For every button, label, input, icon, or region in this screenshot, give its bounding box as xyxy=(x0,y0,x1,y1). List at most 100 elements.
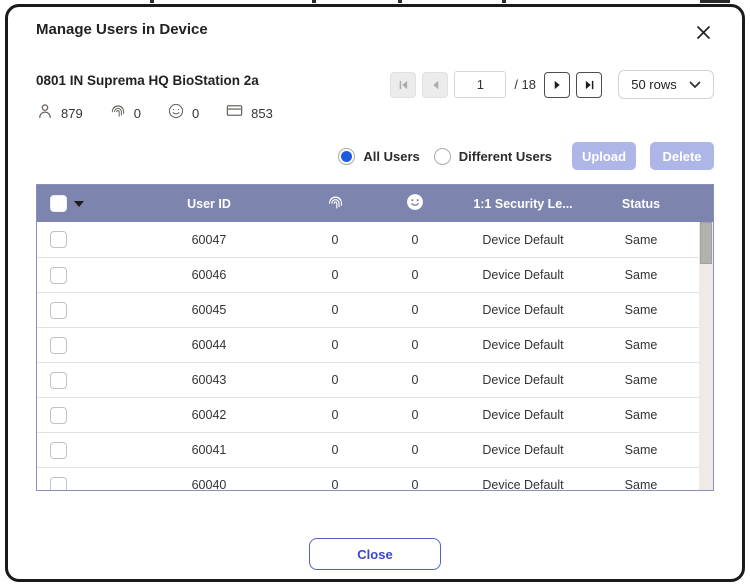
cell-security-level: Device Default xyxy=(453,303,593,317)
cell-face: 0 xyxy=(377,478,453,490)
cell-security-level: Device Default xyxy=(453,338,593,352)
row-checkbox[interactable] xyxy=(50,302,67,319)
face-icon xyxy=(405,192,425,215)
fingerprint-count-value: 0 xyxy=(134,106,141,121)
background-artifact xyxy=(398,0,402,3)
cell-fingerprint: 0 xyxy=(293,268,377,282)
table-row: 60044 0 0 Device Default Same xyxy=(37,327,699,362)
cell-user-id: 60042 xyxy=(125,408,293,422)
cell-user-id: 60047 xyxy=(125,233,293,247)
cell-user-id: 60044 xyxy=(125,338,293,352)
delete-button[interactable]: Delete xyxy=(650,142,714,170)
column-header-fingerprint xyxy=(293,193,377,215)
close-button[interactable]: Close xyxy=(309,538,441,570)
background-artifact xyxy=(312,0,316,3)
face-count: 0 xyxy=(167,102,199,125)
table-row: 60042 0 0 Device Default Same xyxy=(37,397,699,432)
cell-security-level: Device Default xyxy=(453,408,593,422)
first-page-button[interactable] xyxy=(390,72,416,98)
all-users-label: All Users xyxy=(363,149,419,164)
table-row: 60047 0 0 Device Default Same xyxy=(37,222,699,257)
pagination: / 18 50 rows xyxy=(390,70,714,99)
cell-status: Same xyxy=(593,443,689,457)
cell-user-id: 60040 xyxy=(125,478,293,490)
row-checkbox[interactable] xyxy=(50,477,67,491)
cell-fingerprint: 0 xyxy=(293,233,377,247)
card-count: 853 xyxy=(225,101,273,125)
page-number-input[interactable] xyxy=(454,71,506,98)
cell-fingerprint: 0 xyxy=(293,338,377,352)
close-icon[interactable] xyxy=(692,21,714,43)
cell-security-level: Device Default xyxy=(453,268,593,282)
cell-status: Same xyxy=(593,233,689,247)
cell-status: Same xyxy=(593,478,689,490)
column-header-status: Status xyxy=(593,197,689,211)
cell-user-id: 60046 xyxy=(125,268,293,282)
total-pages-label: / 18 xyxy=(514,77,536,92)
cell-status: Same xyxy=(593,268,689,282)
user-count-value: 879 xyxy=(61,106,83,121)
face-icon xyxy=(167,102,185,125)
device-info: 0801 IN Suprema HQ BioStation 2a 879 xyxy=(36,73,289,125)
device-stats: 879 0 xyxy=(36,101,289,125)
cell-user-id: 60041 xyxy=(125,443,293,457)
cell-face: 0 xyxy=(377,408,453,422)
device-name: 0801 IN Suprema HQ BioStation 2a xyxy=(36,73,289,88)
column-header-face xyxy=(377,192,453,215)
row-checkbox[interactable] xyxy=(50,372,67,389)
row-checkbox[interactable] xyxy=(50,267,67,284)
table-header: User ID xyxy=(37,185,713,222)
chevron-down-icon xyxy=(689,77,701,92)
select-menu-dropdown-icon[interactable] xyxy=(74,201,84,207)
row-checkbox[interactable] xyxy=(50,442,67,459)
filter-row: All Users Different Users Upload Delete xyxy=(36,142,714,170)
previous-page-button[interactable] xyxy=(422,72,448,98)
cell-face: 0 xyxy=(377,443,453,457)
manage-users-dialog: Manage Users in Device 0801 IN Suprema H… xyxy=(5,4,745,582)
face-count-value: 0 xyxy=(192,106,199,121)
cell-security-level: Device Default xyxy=(453,373,593,387)
card-icon xyxy=(225,101,244,125)
cell-security-level: Device Default xyxy=(453,443,593,457)
different-users-radio[interactable]: Different Users xyxy=(434,148,552,165)
all-users-radio[interactable]: All Users xyxy=(338,148,419,165)
cell-user-id: 60045 xyxy=(125,303,293,317)
different-users-label: Different Users xyxy=(459,149,552,164)
table-row: 60040 0 0 Device Default Same xyxy=(37,467,699,490)
table-scrollbar[interactable] xyxy=(699,222,713,490)
background-artifact xyxy=(150,0,154,3)
card-count-value: 853 xyxy=(251,106,273,121)
table-row: 60045 0 0 Device Default Same xyxy=(37,292,699,327)
cell-face: 0 xyxy=(377,303,453,317)
cell-status: Same xyxy=(593,373,689,387)
table-row: 60043 0 0 Device Default Same xyxy=(37,362,699,397)
select-all-checkbox[interactable] xyxy=(50,195,67,212)
cell-fingerprint: 0 xyxy=(293,408,377,422)
fingerprint-count: 0 xyxy=(109,102,141,125)
last-page-button[interactable] xyxy=(576,72,602,98)
cell-security-level: Device Default xyxy=(453,233,593,247)
column-header-security-level: 1:1 Security Le... xyxy=(453,197,593,211)
table-row: 60041 0 0 Device Default Same xyxy=(37,432,699,467)
dialog-title: Manage Users in Device xyxy=(36,21,208,38)
rows-per-page-select[interactable]: 50 rows xyxy=(618,70,714,99)
rows-per-page-value: 50 rows xyxy=(631,77,677,92)
cell-fingerprint: 0 xyxy=(293,443,377,457)
row-checkbox[interactable] xyxy=(50,407,67,424)
cell-face: 0 xyxy=(377,373,453,387)
cell-fingerprint: 0 xyxy=(293,478,377,490)
background-artifact xyxy=(700,0,730,3)
user-count: 879 xyxy=(36,102,83,125)
scrollbar-thumb[interactable] xyxy=(700,222,712,264)
cell-face: 0 xyxy=(377,268,453,282)
cell-user-id: 60043 xyxy=(125,373,293,387)
user-icon xyxy=(36,102,54,125)
table-body: 60047 0 0 Device Default Same 60046 0 0 … xyxy=(37,222,713,490)
row-checkbox[interactable] xyxy=(50,337,67,354)
next-page-button[interactable] xyxy=(544,72,570,98)
radio-unselected-icon xyxy=(434,148,451,165)
upload-button[interactable]: Upload xyxy=(572,142,636,170)
cell-fingerprint: 0 xyxy=(293,373,377,387)
row-checkbox[interactable] xyxy=(50,231,67,248)
cell-status: Same xyxy=(593,408,689,422)
